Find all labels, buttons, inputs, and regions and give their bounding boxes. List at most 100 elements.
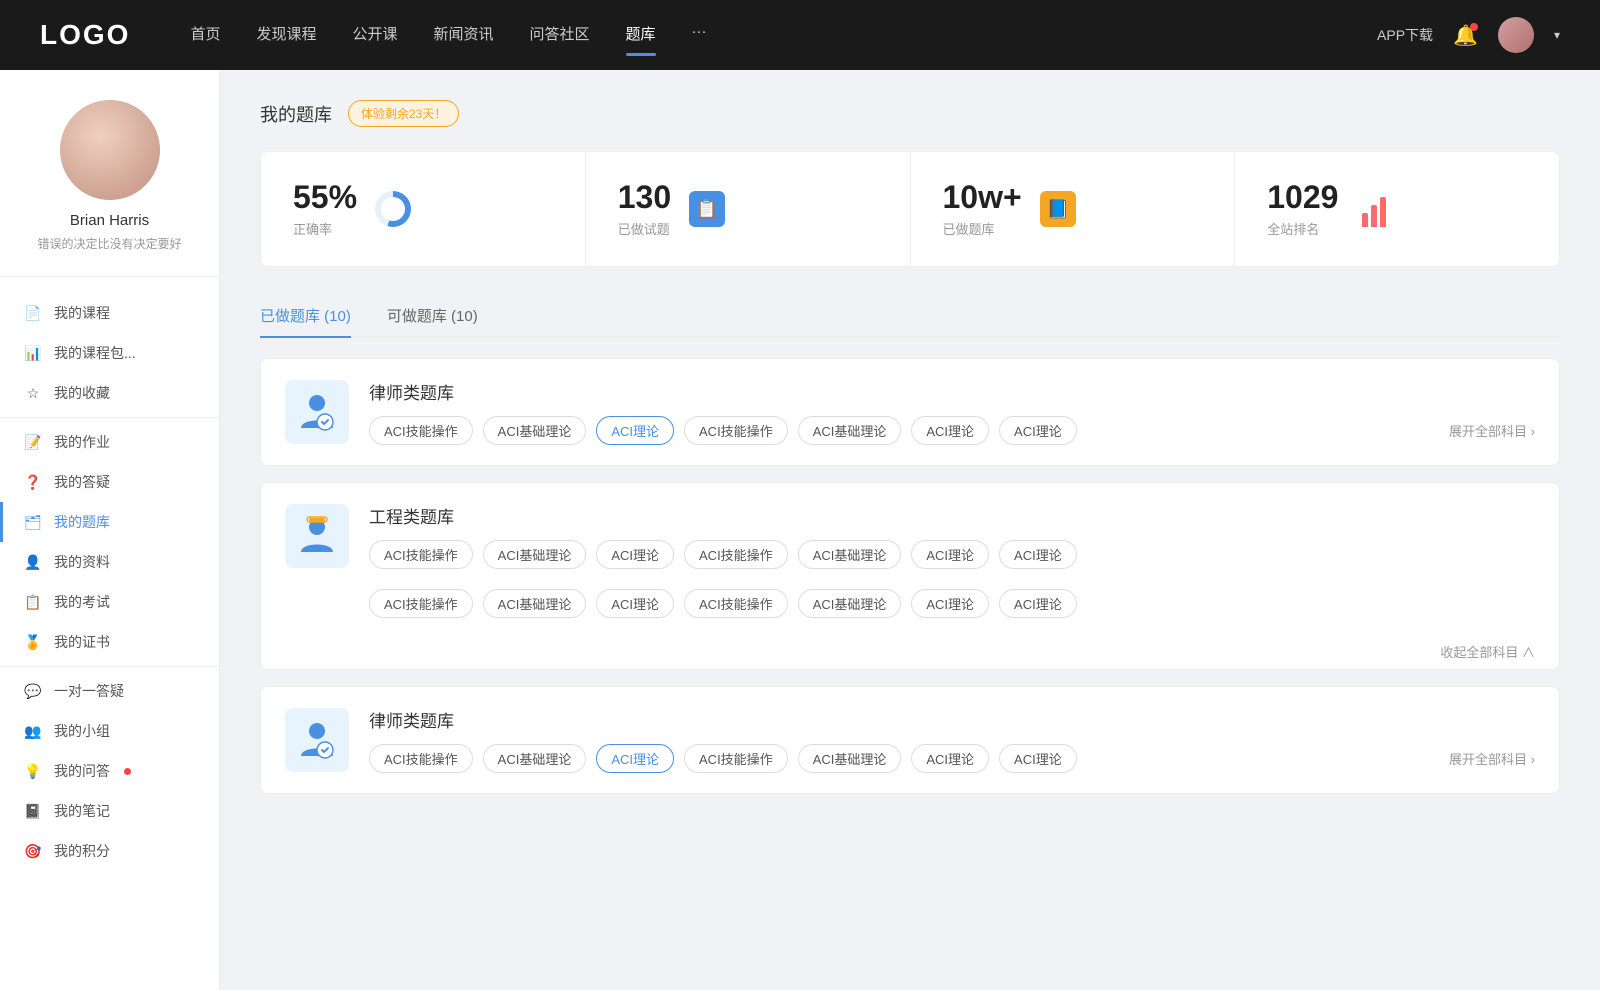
bank-card-lawyer-2-header: 律师类题库 ACI技能操作 ACI基础理论 ACI理论 ACI技能操作 ACI基… bbox=[261, 687, 1559, 793]
law2-tag-7[interactable]: ACI理论 bbox=[999, 744, 1077, 773]
engineer-bank-tags-row1: ACI技能操作 ACI基础理论 ACI理论 ACI技能操作 ACI基础理论 AC… bbox=[369, 540, 1535, 569]
stat-accuracy-value: 55% bbox=[293, 180, 357, 215]
menu-label-one-on-one: 一对一答疑 bbox=[54, 681, 124, 701]
sidebar-item-one-on-one[interactable]: 💬 一对一答疑 bbox=[0, 671, 219, 711]
sidebar-item-my-favorites[interactable]: ☆ 我的收藏 bbox=[0, 373, 219, 413]
sidebar-divider-1 bbox=[0, 417, 219, 418]
eng-tag-8[interactable]: ACI技能操作 bbox=[369, 589, 473, 618]
nav-links: 首页 发现课程 公开课 新闻资讯 问答社区 题库 ··· bbox=[190, 23, 1377, 48]
tag-aci-theory-3[interactable]: ACI理论 bbox=[999, 416, 1077, 445]
law2-tag-1[interactable]: ACI技能操作 bbox=[369, 744, 473, 773]
avatar-image bbox=[1498, 17, 1534, 53]
tag-aci-skill-op-2[interactable]: ACI技能操作 bbox=[684, 416, 788, 445]
profile-name: Brian Harris bbox=[20, 212, 199, 229]
law2-tag-5[interactable]: ACI基础理论 bbox=[798, 744, 902, 773]
sidebar-item-my-questions[interactable]: ❓ 我的答疑 bbox=[0, 462, 219, 502]
stat-rank-info: 1029 全站排名 bbox=[1267, 180, 1338, 238]
engineer-bank-icon bbox=[285, 504, 349, 568]
eng-tag-3[interactable]: ACI理论 bbox=[596, 540, 674, 569]
menu-label-packages: 我的课程包... bbox=[54, 343, 136, 363]
tab-available-banks[interactable]: 可做题库 (10) bbox=[387, 295, 478, 336]
sidebar-item-my-bank[interactable]: 🗂 我的题库 bbox=[0, 502, 219, 542]
eng-tag-14[interactable]: ACI理论 bbox=[999, 589, 1077, 618]
menu-label-profile: 我的资料 bbox=[54, 552, 110, 572]
menu-label-bank: 我的题库 bbox=[54, 512, 110, 532]
eng-tag-10[interactable]: ACI理论 bbox=[596, 589, 674, 618]
tag-aci-basic-theory-1[interactable]: ACI基础理论 bbox=[483, 416, 587, 445]
sidebar-item-my-courses[interactable]: 📄 我的课程 bbox=[0, 293, 219, 333]
certificate-icon: 🏅 bbox=[24, 633, 42, 651]
collapse-engineer[interactable]: 收起全部科目 ∧ bbox=[261, 634, 1559, 669]
eng-tag-5[interactable]: ACI基础理论 bbox=[798, 540, 902, 569]
edit-icon: 📝 bbox=[24, 433, 42, 451]
stat-accuracy: 55% 正确率 bbox=[261, 152, 586, 266]
user-menu-chevron[interactable]: ▾ bbox=[1554, 28, 1560, 42]
law2-tag-4[interactable]: ACI技能操作 bbox=[684, 744, 788, 773]
menu-label-points: 我的积分 bbox=[54, 841, 110, 861]
bank-card-lawyer-2-body: 律师类题库 ACI技能操作 ACI基础理论 ACI理论 ACI技能操作 ACI基… bbox=[369, 707, 1535, 773]
trial-badge: 体验剩余23天！ bbox=[348, 100, 459, 127]
lawyer-svg-icon-1 bbox=[295, 390, 339, 434]
stat-accuracy-info: 55% 正确率 bbox=[293, 180, 357, 238]
expand-lawyer-1[interactable]: 展开全部科目 › bbox=[1449, 421, 1535, 440]
tab-done-banks[interactable]: 已做题库 (10) bbox=[260, 295, 351, 336]
sidebar-item-my-group[interactable]: 👥 我的小组 bbox=[0, 711, 219, 751]
nav-link-qa[interactable]: 问答社区 bbox=[530, 23, 590, 48]
sidebar-item-my-notes[interactable]: 📓 我的笔记 bbox=[0, 791, 219, 831]
law2-tag-3[interactable]: ACI理论 bbox=[596, 744, 674, 773]
bar-chart-rank-icon bbox=[1362, 191, 1386, 227]
nav-link-home[interactable]: 首页 bbox=[190, 23, 220, 48]
grid-icon: 🗂 bbox=[24, 513, 42, 531]
sidebar-item-my-packages[interactable]: 📊 我的课程包... bbox=[0, 333, 219, 373]
bank-card-engineer-header: 工程类题库 ACI技能操作 ACI基础理论 ACI理论 ACI技能操作 ACI基… bbox=[261, 483, 1559, 589]
bank-card-engineer: 工程类题库 ACI技能操作 ACI基础理论 ACI理论 ACI技能操作 ACI基… bbox=[260, 482, 1560, 670]
eng-tag-6[interactable]: ACI理论 bbox=[911, 540, 989, 569]
stat-done-questions-info: 130 已做试题 bbox=[618, 180, 671, 238]
eng-tag-4[interactable]: ACI技能操作 bbox=[684, 540, 788, 569]
nav-link-news[interactable]: 新闻资讯 bbox=[434, 23, 494, 48]
logo: LOGO bbox=[40, 19, 130, 51]
tag-aci-basic-theory-2[interactable]: ACI基础理论 bbox=[798, 416, 902, 445]
menu-label-cert: 我的证书 bbox=[54, 632, 110, 652]
eng-tag-13[interactable]: ACI理论 bbox=[911, 589, 989, 618]
menu-label-group: 我的小组 bbox=[54, 721, 110, 741]
sidebar-item-my-exam[interactable]: 📋 我的考试 bbox=[0, 582, 219, 622]
nav-link-open[interactable]: 公开课 bbox=[352, 23, 397, 48]
people-icon: 👤 bbox=[24, 553, 42, 571]
tabs-row: 已做题库 (10) 可做题库 (10) bbox=[260, 295, 1560, 338]
avatar-img bbox=[60, 100, 160, 200]
nav-link-bank[interactable]: 题库 bbox=[626, 23, 656, 48]
sidebar-profile: Brian Harris 错误的决定比没有决定要好 bbox=[0, 100, 219, 277]
expand-lawyer-2[interactable]: 展开全部科目 › bbox=[1449, 749, 1535, 768]
accuracy-icon bbox=[373, 189, 413, 229]
page-header: 我的题库 体验剩余23天！ bbox=[260, 100, 1560, 127]
eng-tag-1[interactable]: ACI技能操作 bbox=[369, 540, 473, 569]
stat-done-banks-info: 10w+ 已做题库 bbox=[943, 180, 1022, 238]
eng-tag-7[interactable]: ACI理论 bbox=[999, 540, 1077, 569]
sidebar-item-my-points[interactable]: 🎯 我的积分 bbox=[0, 831, 219, 871]
sidebar-item-my-cert[interactable]: 🏅 我的证书 bbox=[0, 622, 219, 662]
question-icon: ❓ bbox=[24, 473, 42, 491]
user-avatar[interactable] bbox=[1498, 17, 1534, 53]
nav-link-more[interactable]: ··· bbox=[692, 23, 707, 48]
law2-tag-6[interactable]: ACI理论 bbox=[911, 744, 989, 773]
tag-aci-skill-op-1[interactable]: ACI技能操作 bbox=[369, 416, 473, 445]
sidebar-item-my-answers[interactable]: 💡 我的问答 bbox=[0, 751, 219, 791]
law2-tag-2[interactable]: ACI基础理论 bbox=[483, 744, 587, 773]
eng-tag-9[interactable]: ACI基础理论 bbox=[483, 589, 587, 618]
bell-dot bbox=[1470, 23, 1478, 31]
eng-tag-2[interactable]: ACI基础理论 bbox=[483, 540, 587, 569]
eng-tag-12[interactable]: ACI基础理论 bbox=[798, 589, 902, 618]
eng-tag-11[interactable]: ACI技能操作 bbox=[684, 589, 788, 618]
tag-aci-theory-1[interactable]: ACI理论 bbox=[596, 416, 674, 445]
menu-label-exam: 我的考试 bbox=[54, 592, 110, 612]
sidebar-item-my-profile[interactable]: 👤 我的资料 bbox=[0, 542, 219, 582]
sidebar-item-my-homework[interactable]: 📝 我的作业 bbox=[0, 422, 219, 462]
notification-bell[interactable]: 🔔 bbox=[1453, 23, 1478, 48]
tag-aci-theory-2[interactable]: ACI理论 bbox=[911, 416, 989, 445]
app-download-link[interactable]: APP下载 bbox=[1377, 25, 1433, 45]
engineer-tags-row2-inner: ACI技能操作 ACI基础理论 ACI理论 ACI技能操作 ACI基础理论 AC… bbox=[369, 589, 1535, 618]
nav-link-discover[interactable]: 发现课程 bbox=[256, 23, 316, 48]
sidebar-divider-2 bbox=[0, 666, 219, 667]
answers-dot bbox=[124, 768, 131, 775]
